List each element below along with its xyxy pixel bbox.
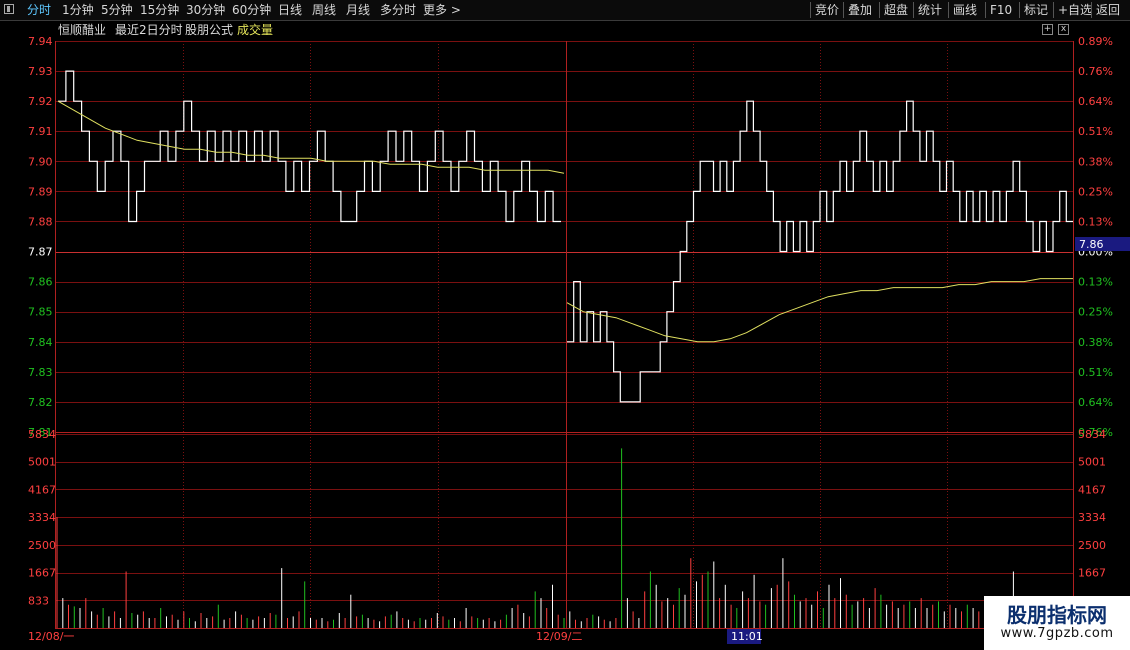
percent-tick-label: 0.13%	[1078, 215, 1113, 228]
price-tick-label: 7.90	[28, 155, 53, 168]
price-tick-label: 7.86	[28, 276, 53, 289]
intraday-chart[interactable]: 7.94 7.93 7.92 7.91 7.90 7.89 7.88 7.87 7.86 7.85…	[0, 0, 1130, 650]
volume-tick-label-right: 1667	[1078, 567, 1106, 580]
volume-tick-label: 3334	[28, 511, 56, 524]
price-tick-label: 7.82	[28, 396, 53, 409]
percent-tick-label: 0.13%	[1078, 276, 1113, 289]
volume-tick-label: 5834	[28, 428, 56, 441]
watermark-logo: 股朋指标网 www.7gpzb.com	[984, 596, 1130, 650]
price-tick-label: 7.88	[28, 215, 53, 228]
cursor-price-label: 7.86	[1079, 238, 1104, 251]
date-label: 12/09/二	[536, 630, 582, 643]
percent-tick-label: 0.25%	[1078, 306, 1113, 319]
percent-tick-label: 0.89%	[1078, 35, 1113, 48]
price-tick-label: 7.83	[28, 366, 53, 379]
percent-tick-label: 0.64%	[1078, 396, 1113, 409]
price-line-day1	[58, 70, 561, 223]
volume-tick-label: 4167	[28, 483, 56, 496]
cursor-time-label: 11:01	[731, 630, 763, 643]
volume-tick-label: 5001	[28, 456, 56, 469]
price-tick-label: 7.92	[28, 95, 53, 108]
volume-tick-label-right: 4167	[1078, 483, 1106, 496]
percent-tick-label: 0.64%	[1078, 95, 1113, 108]
percent-tick-label: 0.76%	[1078, 65, 1113, 78]
percent-tick-label: 0.25%	[1078, 185, 1113, 198]
price-tick-label: 7.93	[28, 65, 53, 78]
price-tick-label: 7.85	[28, 306, 53, 319]
price-tick-label: 7.89	[28, 185, 53, 198]
volume-tick-label-right: 5001	[1078, 456, 1106, 469]
price-tick-label: 7.91	[28, 125, 53, 138]
volume-tick-label: 1667	[28, 567, 56, 580]
volume-tick-label-right: 2500	[1078, 539, 1106, 552]
price-tick-label: 7.94	[28, 35, 53, 48]
percent-tick-label: 0.51%	[1078, 125, 1113, 138]
volume-tick-label: 2500	[28, 539, 56, 552]
volume-tick-label: 833	[28, 594, 49, 607]
percent-tick-label: 0.38%	[1078, 155, 1113, 168]
price-tick-label: 7.84	[28, 336, 53, 349]
percent-tick-label: 0.51%	[1078, 366, 1113, 379]
percent-tick-label: 0.38%	[1078, 336, 1113, 349]
volume-tick-label-right: 3334	[1078, 511, 1106, 524]
volume-tick-label-right: 5834	[1078, 428, 1106, 441]
date-label: 12/08/一	[28, 630, 74, 643]
price-tick-label: 7.87	[28, 246, 53, 259]
